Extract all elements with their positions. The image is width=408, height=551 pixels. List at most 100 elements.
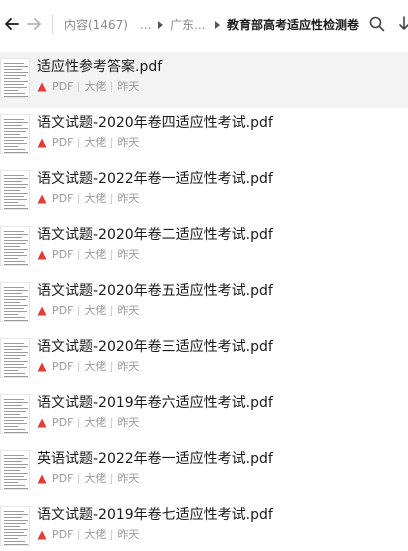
meta-divider: [111, 306, 113, 316]
pdf-icon: [37, 362, 47, 372]
meta-divider: [78, 82, 80, 92]
meta-divider: [111, 530, 113, 540]
file-modified-time: 昨天: [117, 248, 140, 261]
file-name[interactable]: 英语试题-2022年卷一适应性考试.pdf: [37, 450, 273, 468]
file-name[interactable]: 语文试题-2020年卷五适应性考试.pdf: [37, 282, 273, 300]
meta-divider: [78, 418, 80, 428]
file-meta: PDF 大佬 昨天: [37, 472, 139, 486]
file-owner: 大佬: [84, 136, 107, 149]
file-meta: PDF 大佬 昨天: [37, 528, 139, 542]
document-thumbnail-icon: [0, 506, 30, 546]
meta-divider: [78, 362, 80, 372]
file-owner: 大佬: [84, 360, 107, 373]
file-owner: 大佬: [84, 472, 107, 485]
file-list-item[interactable]: 英语试题-2022年卷一适应性考试.pdf PDF 大佬 昨天: [0, 444, 408, 500]
file-modified-time: 昨天: [117, 136, 140, 149]
file-meta: PDF 大佬 昨天: [37, 416, 139, 430]
breadcrumb-current: 教育部高考适应性检测卷: [227, 18, 360, 32]
meta-divider: [111, 194, 113, 204]
file-type: PDF: [52, 192, 74, 205]
file-meta: PDF 大佬 昨天: [37, 192, 139, 206]
file-meta: PDF 大佬 昨天: [37, 248, 139, 262]
meta-divider: [78, 306, 80, 316]
file-type: PDF: [52, 80, 74, 93]
document-thumbnail-icon: [0, 450, 30, 490]
file-owner: 大佬: [84, 528, 107, 541]
top-toolbar: 内容(1467) ... 广东... 教育部高考适应性检测卷: [0, 0, 408, 52]
file-owner: 大佬: [84, 416, 107, 429]
file-name[interactable]: 适应性参考答案.pdf: [37, 58, 162, 76]
document-thumbnail-icon: [0, 170, 30, 210]
pdf-icon: [37, 194, 47, 204]
document-thumbnail-icon: [0, 394, 30, 434]
meta-divider: [78, 138, 80, 148]
file-modified-time: 昨天: [117, 416, 140, 429]
file-type: PDF: [52, 528, 74, 541]
file-type: PDF: [52, 472, 74, 485]
meta-divider: [111, 250, 113, 260]
file-type: PDF: [52, 248, 74, 261]
meta-divider: [111, 474, 113, 484]
file-meta: PDF 大佬 昨天: [37, 80, 139, 94]
file-name[interactable]: 语文试题-2020年卷四适应性考试.pdf: [37, 114, 273, 132]
breadcrumb-middle[interactable]: 广东...: [170, 17, 205, 33]
file-owner: 大佬: [84, 248, 107, 261]
file-list-item[interactable]: 语文试题-2022年卷一适应性考试.pdf PDF 大佬 昨天: [0, 164, 408, 220]
file-list-item[interactable]: 语文试题-2019年卷七适应性考试.pdf PDF 大佬 昨天: [0, 500, 408, 551]
breadcrumb-separator-icon: [215, 21, 220, 29]
file-type: PDF: [52, 360, 74, 373]
file-name[interactable]: 语文试题-2020年卷二适应性考试.pdf: [37, 226, 273, 244]
file-type: PDF: [52, 416, 74, 429]
pdf-icon: [37, 82, 47, 92]
file-name[interactable]: 语文试题-2022年卷一适应性考试.pdf: [37, 170, 273, 188]
file-modified-time: 昨天: [117, 304, 140, 317]
file-name[interactable]: 语文试题-2020年卷三适应性考试.pdf: [37, 338, 273, 356]
meta-divider: [78, 530, 80, 540]
document-thumbnail-icon: [0, 114, 30, 154]
pdf-icon: [37, 306, 47, 316]
breadcrumb-ellipsis[interactable]: ...: [140, 17, 151, 33]
file-list: 适应性参考答案.pdf PDF 大佬 昨天 语文试题-2020年卷四适应性考试.pdf P…: [0, 52, 408, 551]
file-list-item[interactable]: 语文试题-2020年卷四适应性考试.pdf PDF 大佬 昨天: [0, 108, 408, 164]
meta-divider: [78, 250, 80, 260]
file-meta: PDF 大佬 昨天: [37, 360, 139, 374]
file-list-item[interactable]: 语文试题-2020年卷二适应性考试.pdf PDF 大佬 昨天: [0, 220, 408, 276]
search-icon[interactable]: [368, 15, 386, 33]
pdf-icon: [37, 418, 47, 428]
pdf-icon: [37, 138, 47, 148]
meta-divider: [78, 194, 80, 204]
pdf-icon: [37, 530, 47, 540]
file-name[interactable]: 语文试题-2019年卷七适应性考试.pdf: [37, 506, 273, 524]
file-owner: 大佬: [84, 304, 107, 317]
file-list-item[interactable]: 语文试题-2020年卷五适应性考试.pdf PDF 大佬 昨天: [0, 276, 408, 332]
file-modified-time: 昨天: [117, 192, 140, 205]
breadcrumb-root[interactable]: 内容(1467): [64, 17, 128, 33]
file-meta: PDF 大佬 昨天: [37, 304, 139, 318]
file-modified-time: 昨天: [117, 80, 140, 93]
meta-divider: [78, 474, 80, 484]
breadcrumb-separator-icon: [158, 21, 163, 29]
meta-divider: [111, 82, 113, 92]
meta-divider: [111, 138, 113, 148]
meta-divider: [111, 418, 113, 428]
arrow-left-icon[interactable]: [2, 14, 22, 34]
arrow-down-icon[interactable]: [398, 15, 408, 33]
file-list-item[interactable]: 适应性参考答案.pdf PDF 大佬 昨天: [0, 52, 408, 108]
file-modified-time: 昨天: [117, 528, 140, 541]
document-thumbnail-icon: [0, 282, 30, 322]
file-type: PDF: [52, 304, 74, 317]
toolbar-divider: [52, 15, 53, 35]
file-owner: 大佬: [84, 80, 107, 93]
file-modified-time: 昨天: [117, 360, 140, 373]
file-name[interactable]: 语文试题-2019年卷六适应性考试.pdf: [37, 394, 273, 412]
file-list-item[interactable]: 语文试题-2020年卷三适应性考试.pdf PDF 大佬 昨天: [0, 332, 408, 388]
arrow-right-icon[interactable]: [24, 14, 44, 34]
file-list-item[interactable]: 语文试题-2019年卷六适应性考试.pdf PDF 大佬 昨天: [0, 388, 408, 444]
document-thumbnail-icon: [0, 58, 30, 98]
document-thumbnail-icon: [0, 226, 30, 266]
file-meta: PDF 大佬 昨天: [37, 136, 139, 150]
pdf-icon: [37, 250, 47, 260]
file-type: PDF: [52, 136, 74, 149]
meta-divider: [111, 362, 113, 372]
file-owner: 大佬: [84, 192, 107, 205]
